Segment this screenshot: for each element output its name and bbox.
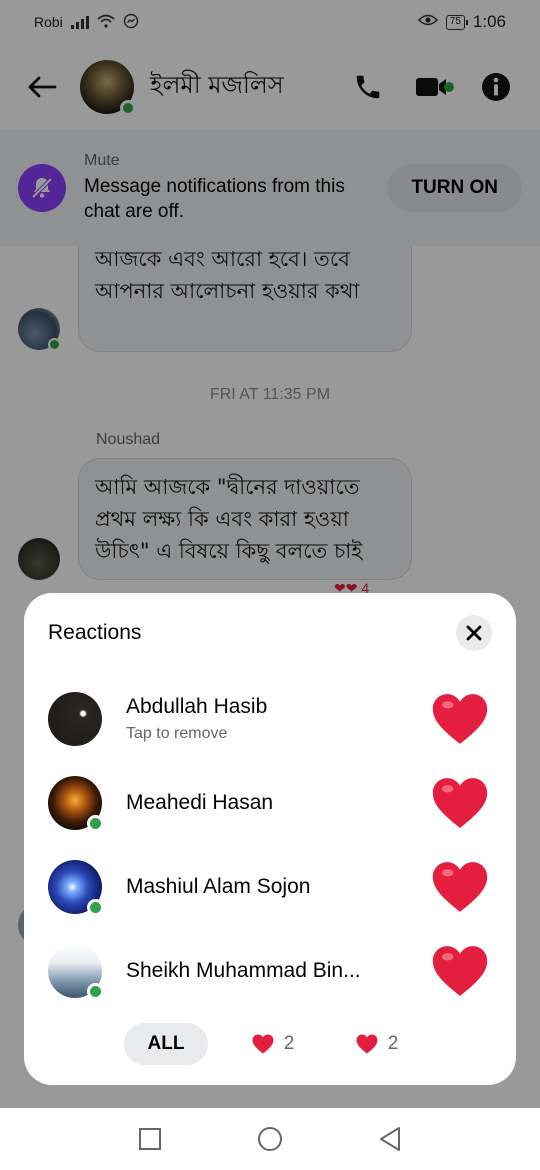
- heart-icon: [428, 943, 492, 999]
- tab-heart-2[interactable]: 2: [342, 1023, 412, 1065]
- back-system-button[interactable]: [376, 1125, 404, 1153]
- reaction-row[interactable]: Mashiul Alam Sojon: [48, 855, 492, 919]
- recent-apps-button[interactable]: [136, 1125, 164, 1153]
- avatar: [48, 860, 104, 916]
- system-navigation-bar: [0, 1108, 540, 1170]
- reactor-name: Sheikh Muhammad Bin...: [126, 959, 361, 982]
- close-icon: [466, 625, 482, 641]
- heart-icon: [356, 1034, 378, 1054]
- close-button[interactable]: [456, 615, 492, 651]
- avatar: [48, 776, 104, 832]
- reaction-row[interactable]: Sheikh Muhammad Bin...: [48, 939, 492, 1003]
- reaction-filter-tabs: ALL 2 2: [124, 1023, 414, 1065]
- reaction-row[interactable]: Abdullah Hasib Tap to remove: [48, 687, 492, 751]
- heart-icon: [428, 775, 492, 831]
- online-indicator: [87, 899, 104, 916]
- heart-icon: [428, 691, 492, 747]
- reactor-name: Mashiul Alam Sojon: [126, 875, 311, 898]
- tab-all[interactable]: ALL: [124, 1023, 208, 1065]
- reactions-sheet: Reactions Abdullah Hasib Tap to remove M…: [24, 593, 516, 1085]
- avatar: [48, 692, 102, 746]
- tab-count: 2: [283, 1033, 295, 1054]
- circle-icon: [258, 1127, 282, 1151]
- reactor-name: Abdullah Hasib: [126, 695, 268, 718]
- square-icon: [139, 1128, 161, 1150]
- home-button[interactable]: [256, 1125, 284, 1153]
- tap-to-remove-hint: Tap to remove: [126, 725, 228, 742]
- tab-count: 2: [387, 1033, 399, 1054]
- triangle-back-icon: [380, 1127, 400, 1151]
- heart-icon: [428, 859, 492, 915]
- heart-icon: [252, 1034, 274, 1054]
- reaction-row[interactable]: Meahedi Hasan: [48, 771, 492, 835]
- avatar: [48, 944, 104, 1000]
- sheet-title: Reactions: [48, 621, 142, 644]
- online-indicator: [87, 815, 104, 832]
- reactor-name: Meahedi Hasan: [126, 791, 274, 814]
- online-indicator: [87, 983, 104, 1000]
- tab-heart-1[interactable]: 2: [238, 1023, 308, 1065]
